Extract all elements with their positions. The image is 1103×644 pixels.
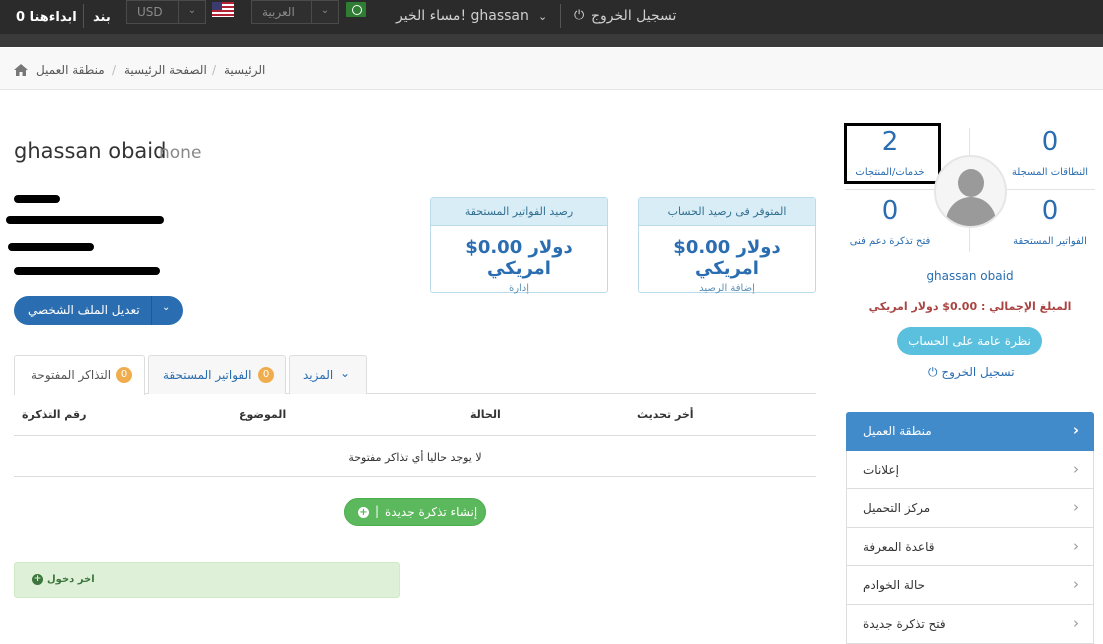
- tab-open-tickets[interactable]: التذاكر المفتوحة 0: [14, 355, 145, 395]
- count-badge: 0: [258, 367, 274, 383]
- panel-amount: $0.00 دولار امريكي: [465, 237, 573, 279]
- language-select[interactable]: العربية ⌄: [251, 0, 339, 24]
- divider: |: [375, 504, 380, 518]
- panel-amount: $0.00 دولار امريكي: [673, 237, 781, 279]
- due-invoices-balance-panel: رصيد الفواتير المستحقة $0.00 دولار امريك…: [430, 197, 608, 294]
- divider: [151, 296, 152, 325]
- last-login-label: اخر دخول: [47, 574, 95, 585]
- table-divider: [14, 476, 816, 477]
- plus-circle-icon: +: [32, 574, 43, 585]
- domains-count[interactable]: 0: [1010, 127, 1090, 157]
- tickets-label[interactable]: فتح تذكرة دعم فنى: [830, 236, 950, 247]
- edit-profile-button[interactable]: تعديل الملف الشخصي ⌄: [14, 296, 183, 325]
- new-ticket-label: إنشاء تذكرة جديدة: [385, 505, 478, 519]
- redacted-text: [14, 267, 160, 275]
- credit-balance-panel: المتوفر فى رصيد الحساب $0.00 دولار امريك…: [638, 197, 816, 294]
- redacted-text: [6, 216, 164, 224]
- empty-table-message: لا يوجد حاليا أي تذاكر مفتوحة: [348, 451, 482, 464]
- power-icon: ⏻: [574, 8, 585, 23]
- sidebar-item-announcements[interactable]: إعلانات ›: [846, 450, 1094, 490]
- saudi-flag-icon[interactable]: [346, 2, 366, 17]
- logout-label: تسجيل الخروج: [941, 365, 1015, 379]
- plus-circle-icon: +: [358, 507, 369, 518]
- home-icon[interactable]: [14, 64, 28, 76]
- edit-profile-label: تعديل الملف الشخصي: [28, 303, 140, 317]
- sidebar-item-client-area[interactable]: منطقة العميل ›: [846, 412, 1094, 451]
- column-header-ticket-number[interactable]: رقم التذكرة: [22, 408, 86, 421]
- breadcrumb-item-client-area: منطقة العميل: [36, 63, 105, 77]
- invoices-count[interactable]: 0: [1010, 196, 1090, 226]
- menu-item-label: حالة الخوادم: [863, 578, 926, 593]
- redacted-text: [8, 243, 94, 251]
- count-badge: 0: [116, 367, 132, 383]
- chevron-right-icon: ›: [1073, 459, 1079, 478]
- sidebar-item-knowledgebase[interactable]: قاعدة المعرفة ›: [846, 527, 1094, 567]
- tab-label: الفواتير المستحقة: [163, 368, 252, 382]
- chevron-right-icon: ›: [1072, 421, 1079, 439]
- total-balance: المبلغ الإجمالي : 0.00$ دولار امريكي: [868, 300, 1072, 313]
- brand-link[interactable]: بند: [93, 10, 111, 25]
- menu-item-label: قاعدة المعرفة: [863, 539, 935, 554]
- divider: [560, 4, 561, 28]
- redacted-text: [14, 195, 60, 203]
- account-overview-button[interactable]: نظرة عامة على الحساب: [897, 327, 1042, 355]
- table-divider: [14, 435, 816, 436]
- tab-more[interactable]: المزيد ⌄: [289, 355, 367, 394]
- panel-header: رصيد الفواتير المستحقة: [431, 198, 607, 226]
- sidebar-item-server-status[interactable]: حالة الخوادم ›: [846, 566, 1094, 605]
- us-flag-icon[interactable]: [212, 2, 234, 17]
- column-header-last-update[interactable]: أخر تحديث: [637, 408, 694, 421]
- column-header-status[interactable]: الحالة: [470, 408, 501, 421]
- sidebar-item-downloads[interactable]: مركز التحميل ›: [846, 489, 1094, 528]
- menu-item-label: مركز التحميل: [863, 501, 931, 516]
- sidebar-item-open-ticket[interactable]: فتح تذكرة جديدة ›: [846, 604, 1094, 644]
- sidebar-client-name: ghassan obaid: [926, 269, 1014, 283]
- last-login-panel[interactable]: + اخر دخول: [14, 562, 400, 598]
- user-icon-head: [958, 169, 984, 197]
- chevron-down-icon: ⌄: [178, 1, 205, 23]
- divider: [83, 4, 84, 28]
- company-name: none: [159, 143, 202, 163]
- add-funds-link[interactable]: إضافة الرصيد: [639, 283, 815, 294]
- tab-label: التذاكر المفتوحة: [31, 368, 112, 382]
- column-header-subject[interactable]: الموضوع: [239, 408, 286, 421]
- navbar-strip: [0, 34, 1103, 47]
- greeting-menu[interactable]: مساء الخير! ghassan: [396, 8, 529, 24]
- breadcrumb-item-home[interactable]: الرئيسية: [224, 63, 265, 77]
- chevron-down-icon: ⌄: [311, 1, 338, 23]
- chevron-down-icon: ⌄: [538, 10, 548, 23]
- domains-label[interactable]: النطاقات المسجلة: [990, 167, 1103, 178]
- menu-item-label: فتح تذكرة جديدة: [863, 616, 946, 631]
- sidebar-logout-link[interactable]: ⏻ تسجيل الخروج: [928, 365, 1015, 380]
- breadcrumb-separator: /: [112, 63, 117, 77]
- user-icon-body: [946, 197, 996, 226]
- chevron-right-icon: ›: [1073, 498, 1079, 517]
- chevron-down-icon[interactable]: ⌄: [162, 302, 170, 313]
- currency-select[interactable]: USD ⌄: [126, 0, 206, 24]
- currency-value: USD: [137, 5, 163, 19]
- invoices-label[interactable]: الفواتير المستحقة: [990, 236, 1103, 247]
- tickets-count[interactable]: 0: [850, 196, 930, 226]
- menu-item-label: منطقة العميل: [863, 424, 932, 438]
- tab-label: المزيد: [303, 368, 334, 382]
- power-icon: ⏻: [928, 365, 938, 379]
- breadcrumb-item-portal-home[interactable]: الصفحة الرئيسية: [124, 63, 207, 77]
- chevron-right-icon: ›: [1073, 613, 1079, 632]
- cart-link[interactable]: ابداءهنا 0: [16, 10, 77, 25]
- avatar: [934, 155, 1007, 228]
- breadcrumb-separator: /: [212, 63, 217, 77]
- panel-header: المتوفر فى رصيد الحساب: [639, 198, 815, 226]
- manage-link[interactable]: إدارة: [431, 283, 607, 294]
- chevron-down-icon: ⌄: [340, 366, 351, 380]
- client-name: ghassan obaid: [14, 139, 167, 163]
- menu-item-label: إعلانات: [863, 462, 899, 477]
- chevron-right-icon: ›: [1073, 575, 1079, 594]
- open-new-ticket-button[interactable]: + | إنشاء تذكرة جديدة: [344, 498, 486, 526]
- sidebar-menu: منطقة العميل › إعلانات › مركز التحميل › …: [846, 412, 1094, 644]
- tab-due-invoices[interactable]: الفواتير المستحقة 0: [148, 355, 286, 394]
- highlight-box: [844, 123, 941, 184]
- language-value: العربية: [262, 5, 295, 19]
- logout-link[interactable]: تسجيل الخروج: [591, 8, 676, 24]
- chevron-right-icon: ›: [1073, 536, 1079, 555]
